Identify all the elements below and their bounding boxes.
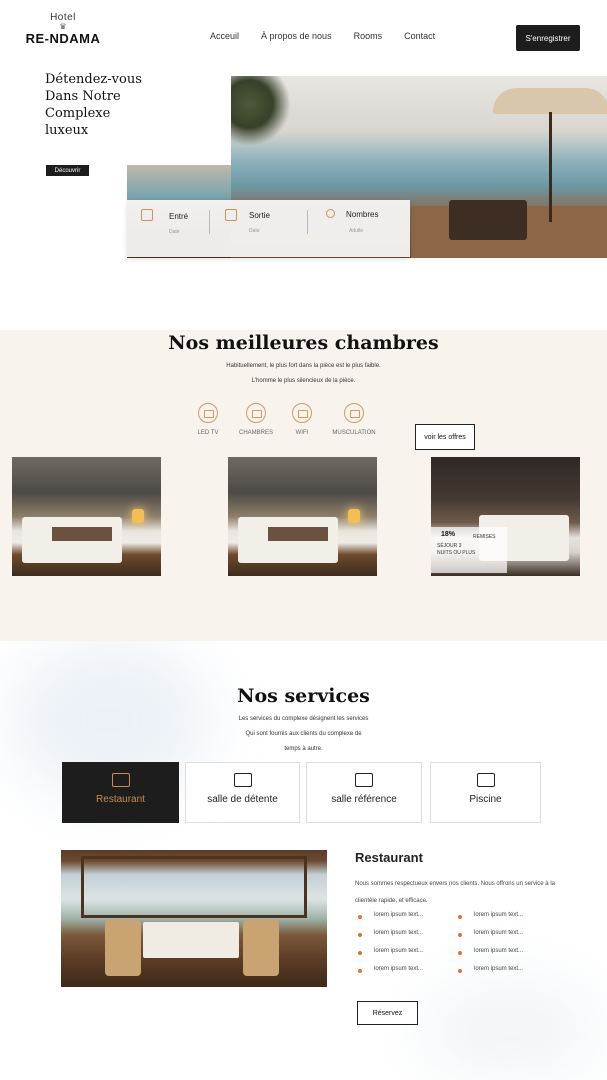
tab-salle-detente[interactable]: salle de détente bbox=[185, 762, 300, 823]
list-item: lorem ipsum text... bbox=[356, 966, 423, 984]
list-item: lorem ipsum text... bbox=[456, 930, 523, 948]
nav-rooms[interactable]: Rooms bbox=[354, 31, 383, 41]
booking-value: Date bbox=[169, 229, 180, 235]
register-button[interactable]: S'enregistrer bbox=[516, 25, 580, 51]
room-image[interactable] bbox=[12, 457, 161, 576]
services-subtitle: Les services du complexe désignent les s… bbox=[238, 716, 369, 722]
lounge-chair bbox=[449, 200, 527, 240]
window bbox=[81, 856, 307, 918]
feature-label: LED TV bbox=[197, 430, 219, 436]
booking-label: Sortie bbox=[249, 211, 270, 220]
feature-label: WIFI bbox=[295, 430, 309, 436]
tab-label: salle référence bbox=[331, 794, 397, 805]
pool-icon bbox=[476, 773, 495, 787]
booking-value: Adulte bbox=[349, 228, 364, 234]
nav-acceuil[interactable]: Acceuil bbox=[210, 31, 239, 41]
tab-label: Piscine bbox=[469, 794, 502, 805]
list-item: lorem ipsum text... bbox=[356, 912, 423, 930]
site-header: Hotel ♛ RE-NDAMA Acceuil À propos de nou… bbox=[0, 0, 607, 75]
decorative-glow bbox=[420, 980, 600, 1080]
restaurant-title: Restaurant bbox=[355, 850, 423, 865]
restaurant-image bbox=[61, 850, 327, 987]
wifi-icon bbox=[292, 403, 312, 423]
feature-label: MUSCULATION bbox=[332, 430, 376, 436]
bed-icon bbox=[233, 773, 252, 787]
feature-list-right: lorem ipsum text... lorem ipsum text... … bbox=[456, 912, 523, 984]
bed-throw bbox=[268, 527, 328, 541]
nav-contact[interactable]: Contact bbox=[404, 31, 435, 41]
room-image[interactable] bbox=[228, 457, 377, 576]
booking-bar: Entré Date Sortie Date Nombres Adulte bbox=[127, 200, 410, 257]
user-icon bbox=[326, 209, 335, 218]
feature-led-tv: LED TV bbox=[183, 403, 233, 436]
tab-piscine[interactable]: Piscine bbox=[430, 762, 541, 823]
rooms-subtitle: L'homme le plus silencieux de la pièce. bbox=[251, 378, 356, 384]
room-image[interactable]: 18% REMISES SÉJOUR 3 NUITS OU PLUS bbox=[431, 457, 580, 576]
lamp bbox=[132, 509, 144, 523]
list-item: lorem ipsum text... bbox=[356, 930, 423, 948]
list-item: lorem ipsum text... bbox=[456, 948, 523, 966]
services-subtitle: Qui sont fournis aux clients du complexe… bbox=[245, 731, 362, 737]
view-offers-button[interactable]: voir les offres bbox=[415, 424, 475, 450]
services-subtitle: temps à autre. bbox=[284, 746, 323, 752]
nav-about[interactable]: À propos de nous bbox=[261, 31, 332, 41]
hero-title: Détendez-vous Dans Notre Complexe luxeux bbox=[45, 71, 165, 139]
booking-label: Nombres bbox=[346, 210, 379, 219]
tab-salle-reference[interactable]: salle référence bbox=[306, 762, 422, 823]
tab-restaurant[interactable]: Restaurant bbox=[62, 762, 179, 823]
discover-button[interactable]: Découvrir bbox=[46, 165, 89, 176]
main-nav: Acceuil À propos de nous Rooms Contact bbox=[210, 31, 457, 41]
hero-title-line: Complexe bbox=[45, 106, 111, 121]
divider bbox=[307, 210, 308, 234]
feature-chambres: CHAMBRES bbox=[231, 403, 281, 436]
feature-list-left: lorem ipsum text... lorem ipsum text... … bbox=[356, 912, 423, 984]
restaurant-description: Nous sommes respectueux envers nos clien… bbox=[355, 881, 555, 904]
parasol-pole bbox=[549, 112, 552, 222]
parasol bbox=[493, 88, 607, 114]
services-title: Nos services bbox=[237, 685, 370, 707]
logo-name: RE-NDAMA bbox=[25, 31, 101, 46]
hero-title-line: luxeux bbox=[45, 123, 89, 138]
reserve-button[interactable]: Réservez bbox=[357, 1001, 418, 1025]
dining-table bbox=[143, 922, 239, 958]
list-item: lorem ipsum text... bbox=[356, 948, 423, 966]
palm-tree bbox=[231, 76, 291, 146]
chair bbox=[243, 920, 279, 976]
feature-label: CHAMBRES bbox=[238, 430, 273, 436]
lamp bbox=[348, 509, 360, 523]
divider bbox=[209, 210, 210, 234]
promo-badge: 18% REMISES SÉJOUR 3 NUITS OU PLUS bbox=[431, 527, 507, 573]
rooms-title: Nos meilleures chambres bbox=[168, 332, 439, 354]
bed-throw bbox=[52, 527, 112, 541]
feature-musculation: MUSCULATION bbox=[329, 403, 379, 436]
promo-detail: SÉJOUR 3 NUITS OU PLUS bbox=[437, 543, 476, 556]
presentation-icon bbox=[355, 773, 373, 787]
tv-icon bbox=[198, 403, 218, 423]
bed-icon bbox=[246, 403, 266, 423]
tab-label: salle de détente bbox=[207, 794, 278, 805]
list-item: lorem ipsum text... bbox=[456, 912, 523, 930]
promo-label: REMISES bbox=[473, 534, 496, 540]
booking-label: Entré bbox=[169, 212, 189, 221]
calendar-icon bbox=[225, 209, 237, 221]
feature-wifi: WIFI bbox=[277, 403, 327, 436]
hero-title-line: Dans Notre bbox=[45, 89, 121, 104]
rooms-section: Nos meilleures chambres Habituellement, … bbox=[0, 330, 607, 641]
list-item: lorem ipsum text... bbox=[456, 966, 523, 984]
hotel-logo[interactable]: Hotel ♛ RE-NDAMA bbox=[22, 12, 104, 46]
tab-label: Restaurant bbox=[96, 794, 145, 805]
crest-icon: ♛ bbox=[59, 22, 67, 31]
chair bbox=[105, 920, 141, 976]
dumbbell-icon bbox=[344, 403, 364, 423]
calendar-icon bbox=[141, 209, 153, 221]
rooms-subtitle: Habituellement, le plus fort dans la piè… bbox=[226, 363, 381, 369]
hero-title-line: Détendez-vous bbox=[45, 72, 142, 87]
booking-value: Date bbox=[249, 228, 260, 234]
restaurant-icon bbox=[111, 773, 130, 787]
promo-percent: 18% bbox=[441, 531, 456, 538]
